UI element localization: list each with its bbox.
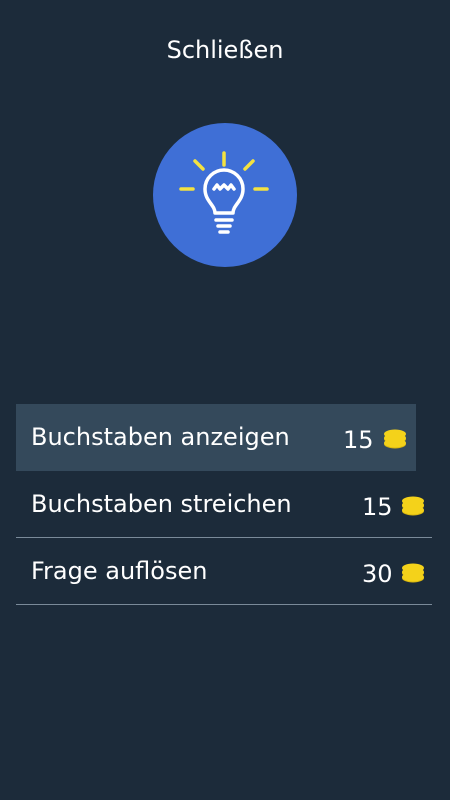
menu-item-show-letters[interactable]: Buchstaben anzeigen 15 [16,404,416,471]
coin-stack-icon [384,429,406,449]
coin-stack-icon [402,496,424,516]
menu-item-solve-question[interactable]: Frage auflösen 30 [16,538,432,605]
menu-item-label: Buchstaben streichen [31,490,292,518]
close-button[interactable]: Schließen [0,32,450,68]
menu-divider [16,604,432,605]
lightbulb-icon [179,151,269,234]
hint-options-menu: Buchstaben anzeigen 15 Buchstaben streic… [16,404,432,605]
menu-item-cost: 30 [362,560,393,588]
menu-item-label: Frage auflösen [31,557,208,585]
menu-item-cost: 15 [362,493,393,521]
menu-item-strike-letters[interactable]: Buchstaben streichen 15 [16,471,432,538]
coin-stack-icon [402,563,424,583]
hint-icon-circle [153,123,297,267]
menu-item-cost: 15 [343,426,374,454]
menu-item-label: Buchstaben anzeigen [31,423,290,451]
